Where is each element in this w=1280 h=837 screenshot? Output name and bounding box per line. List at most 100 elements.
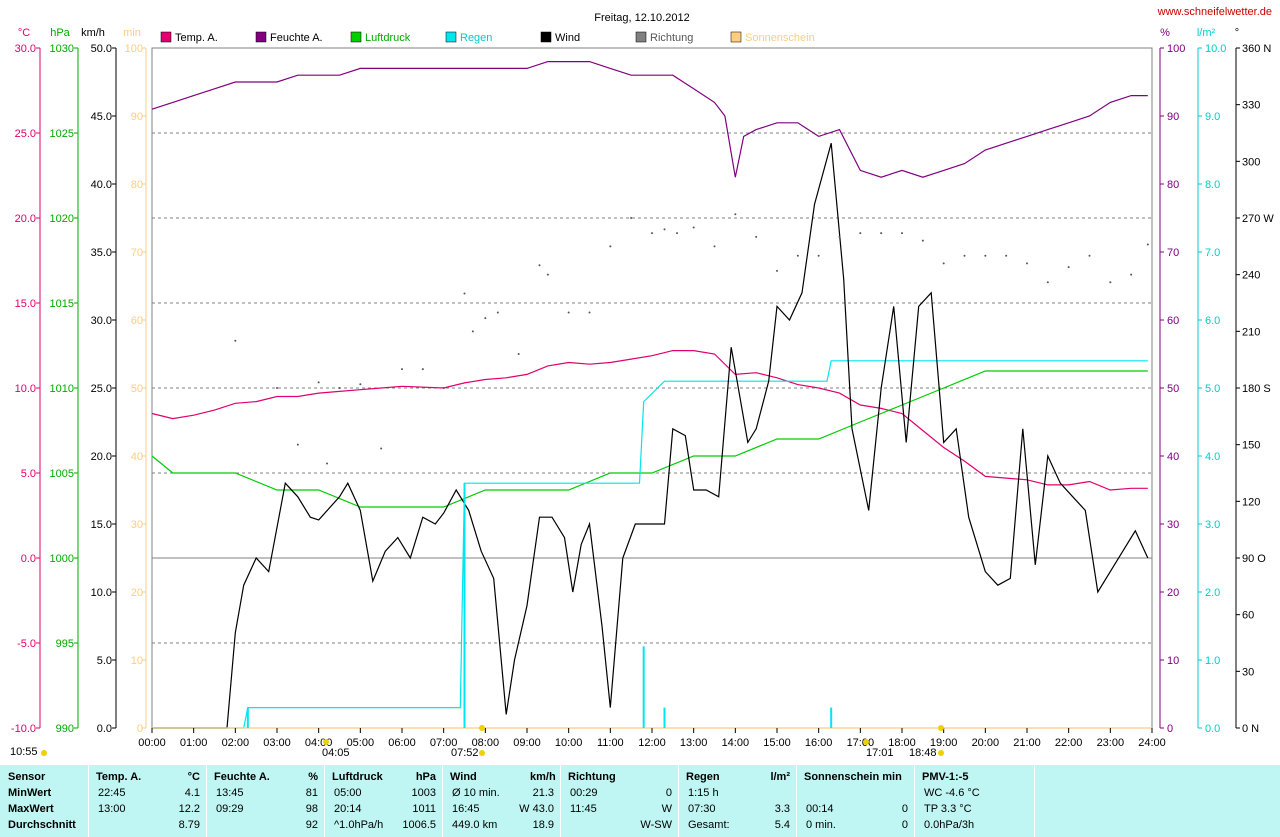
stats-header: Wind	[450, 771, 477, 783]
direction-tick-label: 0 N	[1242, 723, 1259, 735]
direction-dot	[859, 232, 862, 235]
pressure-tick-label: 1000	[50, 553, 74, 565]
stats-header: PMV-1:-5	[922, 771, 969, 783]
stats-value: W 43.0	[519, 803, 554, 815]
direction-dot	[538, 264, 541, 267]
stats-time: 13:45	[216, 787, 244, 799]
wind-unit-label: km/h	[81, 27, 105, 39]
stats-header: Regen	[686, 771, 720, 783]
rain-tick-label: 5.0	[1205, 383, 1220, 395]
humidity-tick-label: 40	[1167, 451, 1179, 463]
humidity-tick-label: 10	[1167, 655, 1179, 667]
legend-swatch	[160, 31, 172, 43]
direction-dot	[276, 387, 278, 389]
wind-tick-label: 30.0	[91, 315, 112, 327]
rain-tick-label: 2.0	[1205, 587, 1220, 599]
rain-tick-label: 9.0	[1205, 111, 1220, 123]
legend-label: Feuchte A.	[270, 32, 323, 44]
stats-value: 1011	[412, 803, 436, 815]
pressure-tick-label: 1020	[50, 213, 74, 225]
direction-dot	[901, 232, 903, 235]
direction-dot	[471, 330, 474, 333]
legend-swatch	[255, 31, 267, 43]
x-tick-label: 11:00	[597, 737, 624, 749]
stats-time: 11:45	[570, 803, 597, 815]
stats-time: 0.0hPa/3h	[924, 819, 975, 831]
legend-swatch	[730, 31, 742, 43]
humidity-tick-label: 70	[1167, 247, 1179, 259]
direction-dot	[713, 245, 716, 248]
stats-row-label: MinWert	[8, 787, 52, 799]
stats-header: Temp. A.	[96, 771, 142, 783]
direction-dot	[1005, 254, 1008, 257]
humidity-tick-label: 30	[1167, 519, 1179, 531]
x-tick-label: 14:00	[722, 737, 750, 749]
stats-value: 81	[305, 787, 318, 799]
temp-tick-label: -5.0	[17, 638, 36, 650]
sunset-label: 17:01	[866, 747, 894, 759]
stats-value: 5.4	[774, 819, 790, 831]
humidity-tick-label: 80	[1167, 179, 1179, 191]
direction-dot	[880, 232, 883, 235]
direction-dot	[776, 269, 778, 272]
stats-header: Luftdruck	[332, 771, 383, 783]
stats-value: 4.1	[184, 787, 200, 799]
direction-dot	[1146, 243, 1149, 246]
direction-dot	[463, 292, 466, 295]
temp-tick-label: 20.0	[15, 213, 36, 225]
statistics-panel: Sensor Temp. A. °C Feuchte A.% Luftdruck hPa W…	[0, 765, 1280, 837]
pressure-tick-label: 1005	[50, 468, 74, 480]
stats-time: 22:45	[98, 787, 126, 799]
sun-moon-icon	[938, 750, 944, 756]
stats-unit: hPa	[415, 771, 436, 783]
stats-unit: km/h	[530, 771, 556, 783]
sun-moon-icon	[479, 750, 485, 756]
direction-unit-label: °	[1235, 27, 1239, 39]
sun-moon-icon	[479, 725, 485, 731]
legend-swatch	[635, 31, 647, 43]
direction-tick-label: 90 O	[1242, 553, 1266, 565]
direction-dot	[338, 387, 341, 389]
legend-label: Wind	[555, 32, 580, 44]
sun-moon-icon	[863, 739, 869, 745]
legend-label: Regen	[460, 32, 492, 44]
direction-dot	[817, 254, 820, 257]
direction-tick-label: 240	[1242, 270, 1260, 282]
pressure-tick-label: 1025	[50, 128, 74, 140]
rain-tick-label: 7.0	[1205, 247, 1220, 259]
direction-dot	[588, 311, 591, 314]
stats-value: 0	[665, 787, 672, 799]
x-tick-label: 05:00	[347, 737, 375, 749]
pressure-unit-label: hPa	[50, 27, 70, 39]
temp-tick-label: 25.0	[15, 128, 36, 140]
website-label: www.schneifelwetter.de	[1157, 6, 1272, 18]
stats-time: ^1.0hPa/h	[334, 819, 384, 831]
chart-series	[151, 60, 1152, 729]
stats-time: 05:00	[334, 787, 362, 799]
wind-tick-label: 50.0	[91, 43, 112, 55]
sun-tick-label: 70	[131, 247, 143, 259]
humidity-tick-label: 100	[1167, 43, 1185, 55]
x-tick-label: 16:00	[805, 737, 833, 749]
rain-tick-label: 10.0	[1205, 43, 1226, 55]
x-tick-label: 10:00	[555, 737, 583, 749]
direction-dot	[421, 368, 424, 371]
pressure-tick-label: 1030	[50, 43, 74, 55]
wind-tick-label: 45.0	[91, 111, 112, 123]
temp-tick-label: 5.0	[21, 468, 36, 480]
rain-tick-label: 4.0	[1205, 451, 1220, 463]
stats-time: TP 3.3 °C	[924, 803, 972, 815]
sun-tick-label: 40	[131, 451, 143, 463]
stats-header: Sonnenschein min	[804, 771, 902, 783]
series-luftdruck	[151, 370, 1148, 508]
wind-tick-label: 25.0	[91, 383, 112, 395]
rain-tick-label: 1.0	[1205, 655, 1220, 667]
stats-value: 92	[305, 819, 318, 831]
direction-tick-label: 360 N	[1242, 43, 1271, 55]
wind-tick-label: 35.0	[91, 247, 112, 259]
humidity-tick-label: 0	[1167, 723, 1173, 735]
wind-tick-label: 15.0	[91, 519, 112, 531]
rain-tick-label: 8.0	[1205, 179, 1220, 191]
direction-tick-label: 120	[1242, 496, 1260, 508]
x-tick-label: 13:00	[680, 737, 708, 749]
